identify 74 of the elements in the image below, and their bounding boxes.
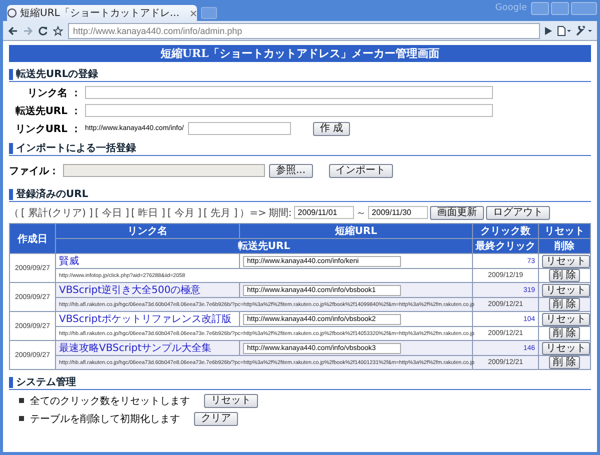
section-title: 登録済みのURL [16, 187, 88, 201]
section-marker [9, 376, 13, 388]
column-header: 削除 [538, 238, 590, 254]
logout-button[interactable]: ログアウト [486, 206, 550, 220]
forward-icon[interactable] [23, 26, 33, 36]
bullet-icon [19, 416, 24, 421]
maximize-button[interactable] [551, 2, 569, 15]
bracket-text: （ [9, 206, 19, 220]
link-name[interactable]: 賢威 [59, 256, 79, 267]
delete-button[interactable]: 削 除 [548, 269, 580, 282]
play-icon[interactable] [545, 26, 552, 34]
filter-link[interactable]: [ 累計(クリア) ] [21, 206, 93, 220]
brand-text: Google [495, 3, 527, 13]
wrench-icon[interactable] [576, 26, 592, 36]
reload-icon[interactable] [38, 26, 48, 36]
filter-link[interactable]: [ 今日 ] [94, 206, 130, 220]
column-header: 最終クリック [472, 238, 538, 254]
filter-link[interactable]: [ 先月 ] [203, 206, 238, 220]
column-header: 転送先URL [56, 238, 472, 254]
field-label: ファイル： [9, 164, 59, 178]
file-field[interactable] [63, 164, 265, 177]
link-name[interactable]: 最速攻略VBScriptサンプル大全集 [59, 343, 212, 354]
column-header: 短縮URL [240, 224, 472, 238]
reset-button[interactable]: リセット [542, 284, 590, 296]
action-text: テーブルを削除して初期化します [30, 412, 180, 426]
page-menu-icon[interactable] [557, 26, 571, 36]
field-label: リンク名 ： [26, 86, 81, 100]
delete-button[interactable]: 削 除 [548, 298, 580, 311]
browse-button[interactable]: 参照... [269, 164, 313, 178]
delete-button[interactable]: 削 除 [548, 356, 580, 369]
range-separator: ～ [356, 206, 366, 220]
filter-link[interactable]: [ 今月 ] [167, 206, 202, 220]
address-bar[interactable]: http://www.kanaya440.com/info/admin.php [68, 22, 540, 38]
period-label: 期間: [268, 206, 292, 220]
reset-button[interactable]: リセット [542, 312, 590, 326]
section-title: 転送先URLの登録 [16, 68, 98, 81]
action-button[interactable]: リセット [204, 394, 258, 408]
browser-tab[interactable]: 短縮URL「ショートカットアドレ... [7, 5, 197, 21]
field-label: リンクURL ： [14, 122, 81, 136]
column-header: リセット [538, 224, 590, 238]
delete-button[interactable]: 削 除 [548, 327, 580, 340]
reset-button[interactable]: リセット [542, 254, 590, 268]
bullet-icon [19, 398, 24, 403]
star-icon[interactable] [53, 26, 63, 36]
section-title: システム管理 [16, 376, 76, 389]
reset-button[interactable]: リセット [542, 342, 590, 354]
import-button[interactable]: インポート [328, 164, 393, 178]
column-header: 作成日 [10, 224, 56, 254]
link-name[interactable]: VBScript逆引き大全500の極意 [59, 285, 201, 296]
refresh-button[interactable]: 画面更新 [430, 206, 484, 220]
column-header: クリック数 [472, 224, 538, 238]
link-name[interactable]: VBScriptポケットリファレンス改訂版 [59, 314, 232, 325]
start-date-field[interactable]: 2009/11/01 [294, 206, 354, 219]
end-date-field[interactable]: 2009/11/30 [368, 206, 428, 219]
page-icon [7, 8, 17, 18]
filter-link[interactable]: [ 昨日 ] [131, 206, 166, 220]
close-icon[interactable] [190, 10, 197, 16]
arrow-text: ）=> [240, 206, 266, 220]
close-button[interactable] [571, 2, 597, 15]
action-text: 全てのクリック数をリセットします [30, 394, 190, 408]
section-marker [9, 68, 13, 80]
section-marker [9, 142, 13, 154]
column-header: リンク名 [56, 224, 240, 238]
minimize-button[interactable] [531, 2, 549, 15]
text-field[interactable] [188, 122, 291, 135]
section-title: インポートによる一括登録 [16, 142, 136, 155]
field-label: 転送先URL ： [14, 104, 81, 118]
section-marker [9, 188, 13, 200]
back-icon[interactable] [8, 26, 18, 36]
page-title: 短縮URL「ショートカットアドレス」メーカー管理画面 [9, 45, 591, 62]
action-button[interactable]: クリア [194, 412, 238, 426]
text-field[interactable] [85, 86, 493, 99]
text-field[interactable] [85, 104, 493, 117]
create-button[interactable]: 作 成 [312, 122, 350, 136]
